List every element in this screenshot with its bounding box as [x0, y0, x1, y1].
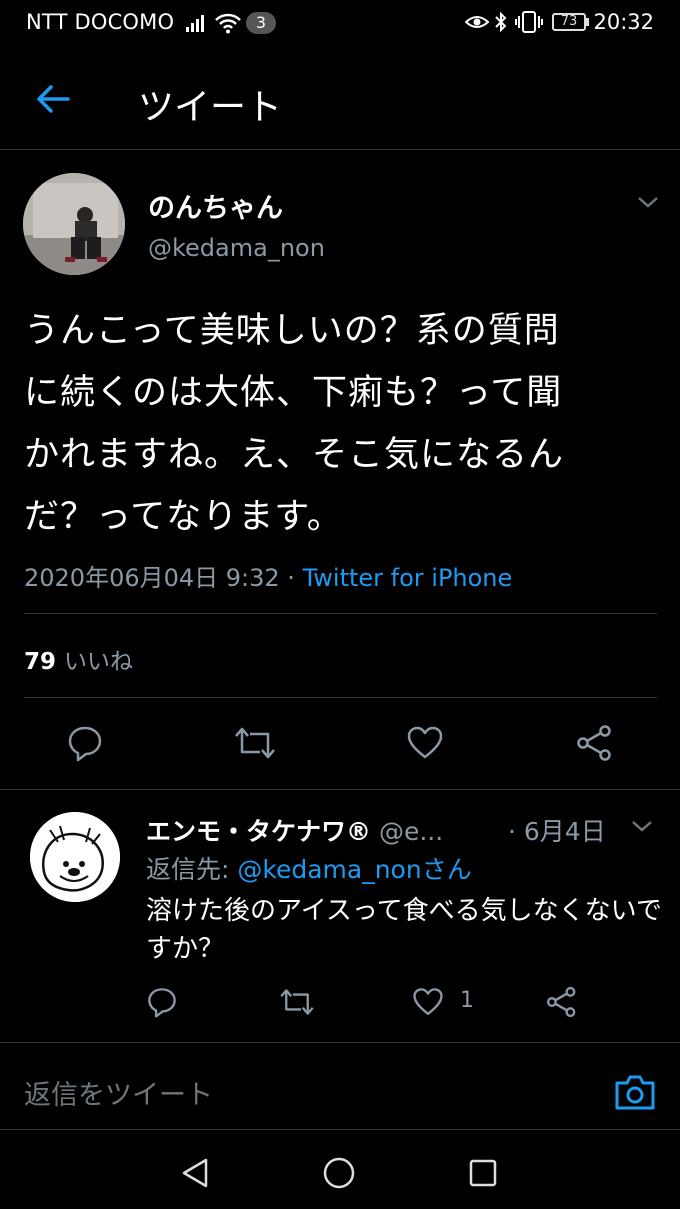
tweet-text-line: かれますね。え、そこ気になるん [24, 435, 565, 475]
retweet-icon[interactable] [278, 986, 316, 1018]
author-avatar[interactable] [23, 173, 125, 275]
reply-text: 溶けた後のアイスって食べる気しなくないですか？ [146, 896, 662, 964]
divider [24, 613, 657, 614]
signal-icon [186, 15, 204, 32]
nav-recents-icon[interactable] [468, 1158, 498, 1188]
share-icon[interactable] [546, 986, 578, 1018]
status-bar: NTT DOCOMO 3 73 20:32 [0, 0, 680, 46]
divider [0, 789, 680, 790]
eye-comfort-icon [465, 16, 489, 28]
wifi-icon [215, 13, 241, 34]
author-name[interactable]: のんちゃん [148, 186, 283, 225]
tweet-source-link[interactable]: Twitter for iPhone [303, 564, 513, 592]
reply-avatar-image [30, 812, 120, 902]
battery-tip [586, 18, 589, 26]
author-avatar-image [23, 173, 125, 275]
page-title: ツイート [138, 87, 283, 128]
reply-author-avatar[interactable] [30, 812, 120, 902]
nav-back-icon[interactable] [180, 1157, 210, 1189]
camera-icon[interactable] [614, 1073, 656, 1111]
vibrate-icon [515, 11, 543, 33]
carrier-label: NTT DOCOMO [26, 10, 175, 34]
tweet-text-line: に続くのは大体、下痢も？って聞 [24, 373, 563, 413]
tweet-text-line: だ？ってなります。 [24, 497, 343, 537]
likes-label: いいね [64, 649, 134, 675]
reply-compose-placeholder[interactable]: 返信をツイート [24, 1073, 213, 1112]
nav-home-icon[interactable] [322, 1156, 356, 1190]
system-navigation-bar [0, 1131, 680, 1209]
author-handle[interactable]: @kedama_non [148, 234, 325, 262]
tweet-meta: 2020年06月04日 9:32 · Twitter for iPhone [24, 558, 512, 593]
tweet-text: うんこって美味しいの？系の質問 に続くのは大体、下痢も？って聞 かれますね。え、… [24, 300, 664, 548]
notification-count-badge: 3 [246, 12, 276, 34]
likes-count: 79 [24, 649, 57, 675]
reply-to-label: 返信先: [146, 855, 238, 884]
tweet-timestamp: 2020年06月04日 9:32 · [24, 564, 303, 592]
reply-to-line: 返信先: @kedama_nonさん [146, 850, 472, 886]
reply-icon[interactable] [146, 986, 178, 1018]
top-app-bar: ツイート [0, 56, 680, 150]
reply-compose-bar[interactable]: 返信をツイート [0, 1042, 680, 1130]
reply-to-user-link[interactable]: @kedama_nonさん [237, 855, 471, 884]
chevron-down-icon[interactable] [630, 818, 654, 834]
like-heart-icon[interactable] [412, 986, 444, 1018]
share-icon[interactable] [576, 724, 614, 762]
bluetooth-icon [495, 11, 507, 33]
reply-author[interactable]: エンモ・タケナワ® @e... [146, 812, 443, 848]
tweet-text-line: うんこって美味しいの？系の質問 [24, 311, 560, 351]
reply-icon[interactable] [66, 724, 104, 762]
likes-stat[interactable]: 79 いいね [24, 642, 133, 676]
back-arrow-icon[interactable] [36, 84, 70, 114]
clock: 20:32 [593, 10, 654, 34]
reply-like-count: 1 [460, 988, 474, 1013]
reply-author-name: エンモ・タケナワ® [146, 817, 372, 846]
divider [24, 697, 657, 698]
battery-indicator: 73 [552, 13, 586, 31]
retweet-icon[interactable] [232, 724, 278, 762]
reply-date: · 6月4日 [508, 817, 606, 846]
like-heart-icon[interactable] [406, 724, 444, 762]
reply-author-handle: @e... [371, 817, 444, 846]
chevron-down-icon[interactable] [636, 194, 660, 210]
